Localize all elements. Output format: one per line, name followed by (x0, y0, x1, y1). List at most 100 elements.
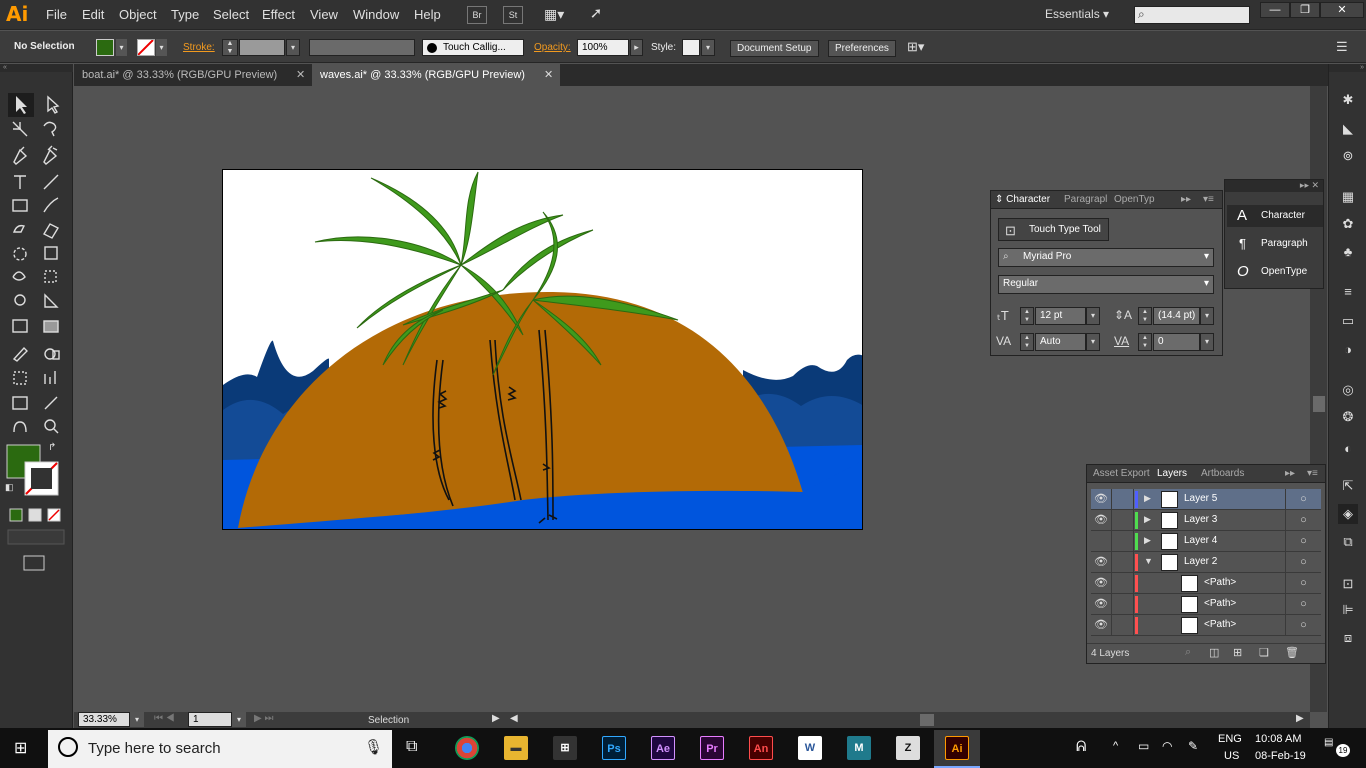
layer-name[interactable]: <Path> (1204, 577, 1236, 588)
bridge-button[interactable]: Br (467, 6, 487, 24)
cc-libraries-icon[interactable]: ◐ (1338, 439, 1358, 459)
panel-button-character[interactable]: A Character (1227, 205, 1323, 227)
menu-object[interactable]: Object (119, 7, 157, 22)
microphone-icon[interactable]: 🎙 (364, 738, 383, 756)
pen-tool[interactable] (8, 143, 34, 167)
opacity-label[interactable]: Opacity: (534, 42, 571, 53)
align-icon[interactable]: ⊫ (1338, 600, 1358, 620)
tab-artboards[interactable]: Artboards (1201, 468, 1244, 479)
target-icon[interactable]: ○ (1285, 531, 1321, 551)
zbrush-icon[interactable]: Z (896, 736, 920, 760)
hand-tool[interactable] (8, 418, 34, 442)
pen-icon[interactable]: ✎ (1188, 739, 1198, 753)
gradient-panel-icon[interactable]: ▭ (1338, 311, 1358, 331)
stroke-panel-icon[interactable]: ≡ (1338, 282, 1358, 302)
kerning-dropdown[interactable]: ▾ (1086, 333, 1100, 351)
tab-layers[interactable]: Layers (1157, 468, 1187, 479)
align-options-icon[interactable]: ⊞▾ (907, 39, 924, 55)
lock-toggle[interactable] (1113, 489, 1134, 509)
panel-button-opentype[interactable]: O OpenType (1227, 261, 1323, 283)
width-tool[interactable] (8, 268, 34, 292)
document-setup-button[interactable]: Document Setup (730, 40, 819, 57)
layer-name[interactable]: Layer 5 (1184, 493, 1217, 504)
leading-dropdown[interactable]: ▾ (1200, 307, 1214, 325)
visibility-toggle[interactable]: 👁 (1091, 489, 1112, 509)
artboard-dropdown[interactable]: ▾ (232, 712, 246, 727)
preferences-button[interactable]: Preferences (828, 40, 896, 57)
layers-icon[interactable]: ◈ (1338, 504, 1358, 524)
chrome-icon[interactable] (455, 736, 479, 760)
fill-dropdown-icon[interactable]: ▾ (116, 39, 127, 56)
font-size-field[interactable]: 12 pt (1035, 307, 1086, 325)
magic-wand-tool[interactable] (8, 118, 34, 142)
menu-edit[interactable]: Edit (82, 7, 104, 22)
layer-row[interactable]: 👁 ▶ Layer 3 ○ (1091, 510, 1321, 531)
stroke-label[interactable]: Stroke: (183, 42, 215, 53)
layer-row[interactable]: 👁 ▼ Layer 2 ○ (1091, 552, 1321, 573)
recolor-icon[interactable]: ⊚ (1338, 146, 1358, 166)
shape-builder-tool[interactable] (8, 293, 34, 317)
target-icon[interactable]: ○ (1285, 510, 1321, 530)
layer-name[interactable]: Layer 3 (1184, 514, 1217, 525)
menu-file[interactable]: File (46, 7, 67, 22)
drawing-modes[interactable] (8, 530, 64, 544)
mesh-tool[interactable] (8, 318, 34, 342)
delete-layer-icon[interactable]: 🗑 (1285, 646, 1299, 659)
minimize-button[interactable]: — (1260, 2, 1290, 18)
stroke-color-box[interactable] (25, 462, 58, 495)
tracking-field[interactable]: 0 (1153, 333, 1200, 351)
expand-icon[interactable]: ▼ (1144, 556, 1153, 566)
kerning-field[interactable]: Auto (1035, 333, 1086, 351)
illustrator-icon[interactable]: Ai (945, 736, 969, 760)
word-icon[interactable]: W (798, 736, 822, 760)
restore-button[interactable]: ❐ (1290, 2, 1320, 18)
maya-icon[interactable]: M (847, 736, 871, 760)
lock-toggle[interactable] (1113, 552, 1134, 572)
line-tool[interactable] (40, 168, 66, 192)
photoshop-icon[interactable]: Ps (602, 736, 626, 760)
input-region[interactable]: US (1224, 750, 1239, 762)
target-icon[interactable]: ○ (1285, 489, 1321, 509)
workspace-switcher[interactable]: Essentials ▾ (1045, 7, 1109, 21)
symbol-sprayer-tool[interactable] (8, 368, 34, 392)
people-icon[interactable]: ᕱ (1076, 738, 1086, 755)
target-icon[interactable]: ○ (1285, 573, 1321, 593)
transform-icon[interactable]: ⊡ (1338, 574, 1358, 594)
brushes-icon[interactable]: ✿ (1338, 214, 1358, 234)
first-artboard-icon[interactable]: ⏮ ◀ (154, 713, 175, 724)
panel-button-paragraph[interactable]: ¶ Paragraph (1227, 233, 1323, 255)
store-icon[interactable]: ⊞ (553, 736, 577, 760)
leading-stepper[interactable]: ▲ ▼ (1138, 307, 1152, 325)
gradient-mode-button[interactable] (29, 509, 41, 521)
leading-field[interactable]: (14.4 pt) (1153, 307, 1200, 325)
zoom-field[interactable]: 33.33% (78, 712, 130, 727)
menu-effect[interactable]: Effect (262, 7, 295, 22)
stroke-weight-field[interactable] (239, 39, 285, 56)
visibility-toggle[interactable]: 👁 (1091, 552, 1112, 572)
locate-object-icon[interactable]: ⌕ (1185, 646, 1191, 659)
selection-tool[interactable] (8, 93, 34, 117)
lock-toggle[interactable] (1113, 531, 1134, 551)
tab-paragraph[interactable]: Paragrapl (1064, 194, 1107, 205)
lasso-tool[interactable] (40, 118, 66, 142)
symbols-icon[interactable]: ♣ (1338, 242, 1358, 262)
windows-start-icon[interactable]: ⊞ (14, 738, 27, 758)
style-dropdown[interactable]: ▾ (701, 39, 715, 56)
panel-menu-icon[interactable]: ☰ (1336, 39, 1348, 55)
gradient-tool[interactable] (40, 318, 66, 342)
tab-character[interactable]: ⇕ Character (995, 194, 1050, 205)
rotate-tool[interactable] (8, 243, 34, 267)
new-sublayer-icon[interactable]: ⊞ (1233, 646, 1242, 659)
search-input[interactable]: ⌕ (1134, 6, 1250, 24)
collapsed-panel-header[interactable]: ▸▸ ✕ (1225, 180, 1323, 192)
scroll-right-icon[interactable]: ▶ (1296, 713, 1304, 724)
font-size-dropdown[interactable]: ▾ (1086, 307, 1100, 325)
stroke-weight-stepper[interactable]: ▲ ▼ (222, 39, 238, 56)
export-icon[interactable]: ⇱ (1338, 476, 1358, 496)
visibility-toggle[interactable]: 👁 (1091, 573, 1112, 593)
touch-type-button[interactable]: ⊡ Touch Type Tool (998, 218, 1109, 241)
free-transform-tool[interactable] (40, 268, 66, 292)
none-mode-button[interactable] (48, 509, 60, 521)
artboard[interactable] (222, 169, 863, 530)
shaper-tool[interactable] (8, 218, 34, 242)
